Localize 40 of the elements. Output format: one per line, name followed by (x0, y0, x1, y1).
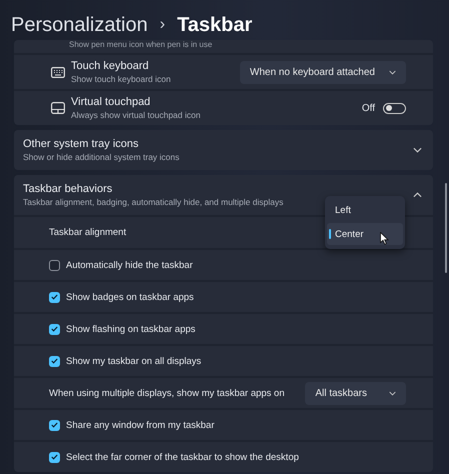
section-caption: Taskbar alignment, badging, automatically hide, and multiple displays (23, 197, 284, 207)
setting-label: Share any window from my taskbar (66, 420, 214, 430)
setting-caption: Show touch keyboard icon (71, 74, 172, 84)
setting-label: Select the far corner of the taskbar to show the desktop (66, 452, 299, 462)
chevron-up-icon[interactable] (413, 192, 422, 198)
menu-option[interactable]: Left (327, 199, 403, 221)
dropdown[interactable]: All taskbars (305, 382, 406, 404)
checkbox[interactable] (49, 324, 60, 334)
chevron-down-icon[interactable] (413, 147, 422, 153)
checkbox[interactable] (49, 356, 60, 366)
checkbox[interactable] (49, 292, 60, 302)
breadcrumb-separator: › (160, 16, 166, 34)
setting-label: Automatically hide the taskbar (66, 260, 193, 270)
dropdown[interactable]: When no keyboard attached (240, 60, 406, 84)
toggle-state-label: Off (362, 102, 375, 114)
setting-label: Show my taskbar on all displays (66, 356, 202, 366)
mouse-pointer-icon (380, 232, 389, 245)
section-caption: Show or hide additional system tray icons (23, 152, 180, 162)
setting-label: When using multiple displays, show my taskbar apps on (49, 388, 285, 398)
setting-label: Show flashing on taskbar apps (66, 324, 196, 334)
checkbox[interactable] (49, 260, 60, 270)
touchpad-icon (51, 102, 65, 114)
setting-title: Virtual touchpad (71, 96, 152, 108)
setting-label: Taskbar alignment (49, 227, 126, 238)
checkbox[interactable] (49, 452, 60, 462)
setting-title: Touch keyboard (71, 60, 150, 72)
setting-caption: Always show virtual touchpad icon (71, 110, 202, 120)
section-title[interactable]: Other system tray icons (23, 138, 413, 150)
checkbox[interactable] (49, 420, 60, 430)
scrollbar[interactable] (445, 183, 447, 273)
setting-caption: Show pen menu icon when pen is in use (69, 40, 212, 49)
setting-label: Show badges on taskbar apps (66, 292, 194, 302)
page-title: Taskbar (177, 14, 252, 36)
toggle-switch[interactable] (383, 102, 406, 114)
chevron-down-icon (389, 70, 396, 74)
breadcrumb-parent[interactable]: Personalization (11, 14, 148, 36)
chevron-down-icon (389, 390, 396, 396)
section-title[interactable]: Taskbar behaviors (23, 183, 413, 195)
keyboard-icon (51, 66, 65, 78)
menu-option[interactable]: Center (327, 223, 403, 245)
